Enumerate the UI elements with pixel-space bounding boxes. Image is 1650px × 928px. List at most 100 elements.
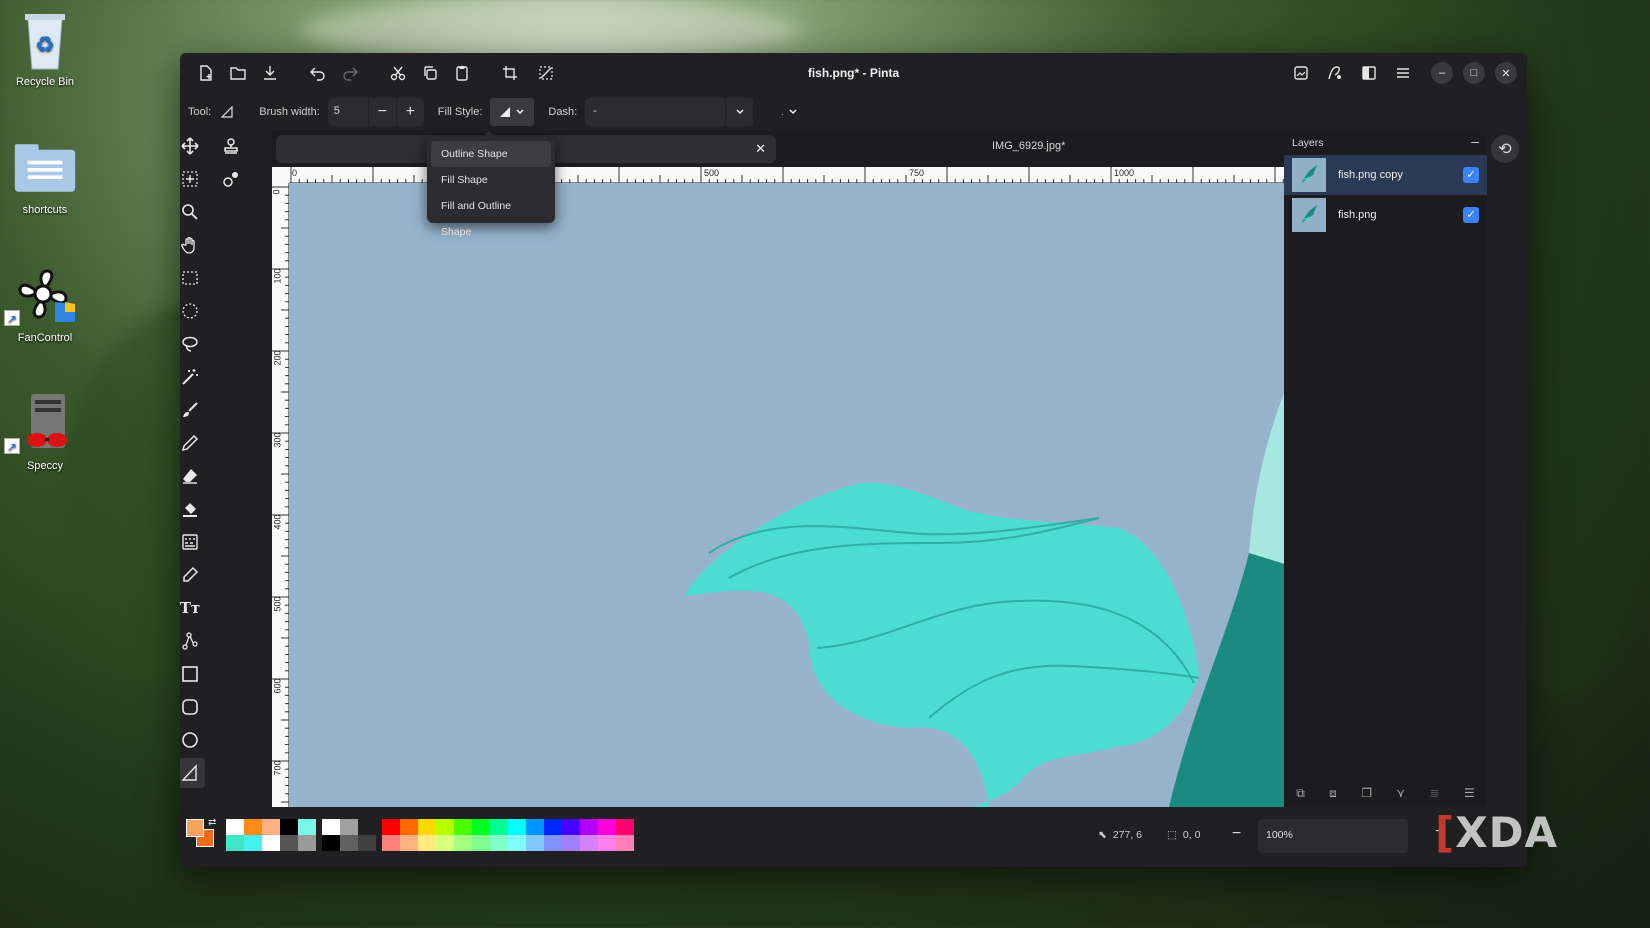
desktop-icon-recycle-bin[interactable]: ♻ Recycle Bin — [0, 8, 90, 88]
zoom-input[interactable]: 100% — [1258, 819, 1408, 853]
palette-swatch[interactable] — [454, 835, 472, 851]
effects-button[interactable] — [1353, 57, 1385, 89]
palette-swatch[interactable] — [544, 835, 562, 851]
palette-swatch[interactable] — [490, 835, 508, 851]
paint-bucket-tool[interactable] — [180, 494, 205, 524]
paintbrush-tool[interactable] — [180, 395, 205, 425]
palette-swatch[interactable] — [400, 819, 418, 835]
palette-swatch[interactable] — [358, 819, 376, 835]
desktop-icon-fancontrol[interactable]: ↗ FanControl — [0, 264, 90, 344]
paste-button[interactable] — [446, 57, 478, 89]
layer-row[interactable]: fish.png copy ✓ — [1284, 155, 1487, 195]
palette-swatch[interactable] — [526, 819, 544, 835]
lasso-select-tool[interactable] — [180, 329, 205, 359]
palette-swatch[interactable] — [616, 835, 634, 851]
palette-swatch[interactable] — [580, 835, 598, 851]
gradient-tool[interactable] — [180, 527, 205, 557]
menu-item-fill-and-outline-shape[interactable]: Fill and Outline Shape — [431, 193, 551, 238]
fill-style-dropdown[interactable] — [490, 98, 535, 126]
rectangle-tool[interactable] — [180, 659, 205, 689]
zoom-tool[interactable] — [180, 197, 205, 227]
menu-item-outline-shape[interactable]: Outline Shape — [431, 141, 551, 167]
freeform-shape-tool[interactable] — [180, 758, 205, 788]
palette-swatch[interactable] — [580, 819, 598, 835]
palette-swatch[interactable] — [616, 819, 634, 835]
brush-width-increase-button[interactable]: + — [395, 98, 424, 126]
palette-swatch[interactable] — [454, 819, 472, 835]
line-style-dropdown[interactable]: . — [781, 107, 798, 117]
cut-button[interactable] — [382, 57, 414, 89]
image-menu-button[interactable] — [1285, 57, 1317, 89]
clone-stamp-tool[interactable] — [216, 131, 246, 161]
primary-color-swatch[interactable] — [186, 819, 204, 837]
palette-swatch[interactable] — [598, 819, 616, 835]
merge-layer-button[interactable]: ⋎ — [1396, 786, 1405, 801]
palette-swatch[interactable] — [508, 835, 526, 851]
tab-img-6929[interactable]: IMG_6929.jpg* — [992, 140, 1065, 152]
minimize-button[interactable]: – — [1431, 62, 1453, 84]
zoom-out-button[interactable]: − — [1232, 825, 1241, 843]
palette-swatch[interactable] — [382, 835, 400, 851]
duplicate-layer-button[interactable]: ⧈ — [1329, 786, 1337, 801]
layer-visibility-checkbox[interactable]: ✓ — [1463, 207, 1479, 223]
palette-swatch[interactable] — [244, 819, 262, 835]
palette-swatch[interactable] — [340, 835, 358, 851]
palette-swatch[interactable] — [400, 835, 418, 851]
collapse-panel-button[interactable]: – — [1471, 133, 1479, 149]
palette-swatch[interactable] — [472, 835, 490, 851]
move-selected-tool[interactable] — [180, 131, 205, 161]
palette-swatch[interactable] — [280, 819, 298, 835]
color-selector[interactable]: ⇄ — [186, 817, 220, 853]
layer-menu-button[interactable]: ☰ — [1464, 786, 1475, 801]
palette-swatch[interactable] — [544, 819, 562, 835]
palette-swatch[interactable] — [508, 819, 526, 835]
copy-layer-button[interactable]: ❐ — [1361, 786, 1372, 801]
brush-width-decrease-button[interactable]: − — [367, 98, 396, 126]
redo-button[interactable] — [334, 57, 366, 89]
ellipse-select-tool[interactable] — [180, 296, 205, 326]
palette-swatch[interactable] — [598, 835, 616, 851]
palette-swatch[interactable] — [340, 819, 358, 835]
ellipse-tool[interactable] — [180, 725, 205, 755]
palette-swatch[interactable] — [436, 819, 454, 835]
palette-swatch[interactable] — [322, 835, 340, 851]
palette-swatch[interactable] — [226, 835, 244, 851]
brush-width-input[interactable]: 5 — [327, 98, 368, 126]
menu-item-fill-shape[interactable]: Fill Shape — [431, 167, 551, 193]
palette-swatch[interactable] — [298, 819, 316, 835]
pan-tool[interactable] — [180, 230, 205, 260]
crop-button[interactable] — [494, 57, 526, 89]
desktop-icon-shortcuts[interactable]: shortcuts — [0, 136, 90, 216]
palette-swatch[interactable] — [262, 835, 280, 851]
rounded-rectangle-tool[interactable] — [180, 692, 205, 722]
undo-button[interactable] — [302, 57, 334, 89]
text-tool[interactable]: Tт — [180, 593, 205, 623]
palette-swatch[interactable] — [226, 819, 244, 835]
dash-dropdown-button[interactable] — [725, 98, 754, 126]
close-tab-icon[interactable]: ✕ — [755, 141, 766, 157]
pencil-tool[interactable] — [180, 428, 205, 458]
palette-swatch[interactable] — [418, 835, 436, 851]
new-image-button[interactable] — [190, 57, 222, 89]
palette-swatch[interactable] — [280, 835, 298, 851]
main-menu-button[interactable] — [1387, 57, 1419, 89]
palette-swatch[interactable] — [436, 835, 454, 851]
palette-swatch[interactable] — [490, 819, 508, 835]
palette-swatch[interactable] — [472, 819, 490, 835]
move-selection-tool[interactable] — [180, 164, 205, 194]
deselect-button[interactable] — [530, 57, 562, 89]
save-button[interactable] — [254, 57, 286, 89]
palette-swatch[interactable] — [562, 835, 580, 851]
palette-swatch[interactable] — [298, 835, 316, 851]
rectangle-select-tool[interactable] — [180, 263, 205, 293]
adjustments-button[interactable] — [1319, 57, 1351, 89]
palette-swatch[interactable] — [322, 819, 340, 835]
open-button[interactable] — [222, 57, 254, 89]
close-window-button[interactable]: ✕ — [1495, 62, 1517, 84]
palette-swatch[interactable] — [562, 819, 580, 835]
maximize-button[interactable]: □ — [1463, 62, 1485, 84]
add-layer-button[interactable]: ⧉ — [1296, 786, 1305, 801]
layer-properties-button[interactable]: ≣ — [1430, 786, 1440, 801]
palette-swatch[interactable] — [262, 819, 280, 835]
desktop-icon-speccy[interactable]: ↗ Speccy — [0, 392, 90, 472]
